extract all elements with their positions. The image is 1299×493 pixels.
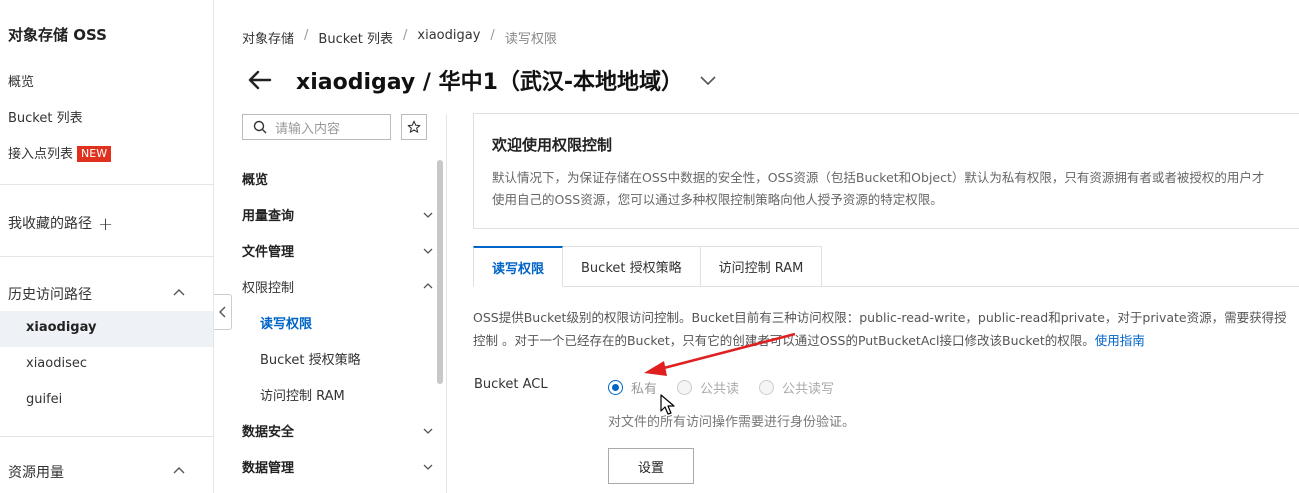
- annotation-arrow-icon: [644, 332, 796, 376]
- mouse-cursor-icon: [660, 394, 675, 415]
